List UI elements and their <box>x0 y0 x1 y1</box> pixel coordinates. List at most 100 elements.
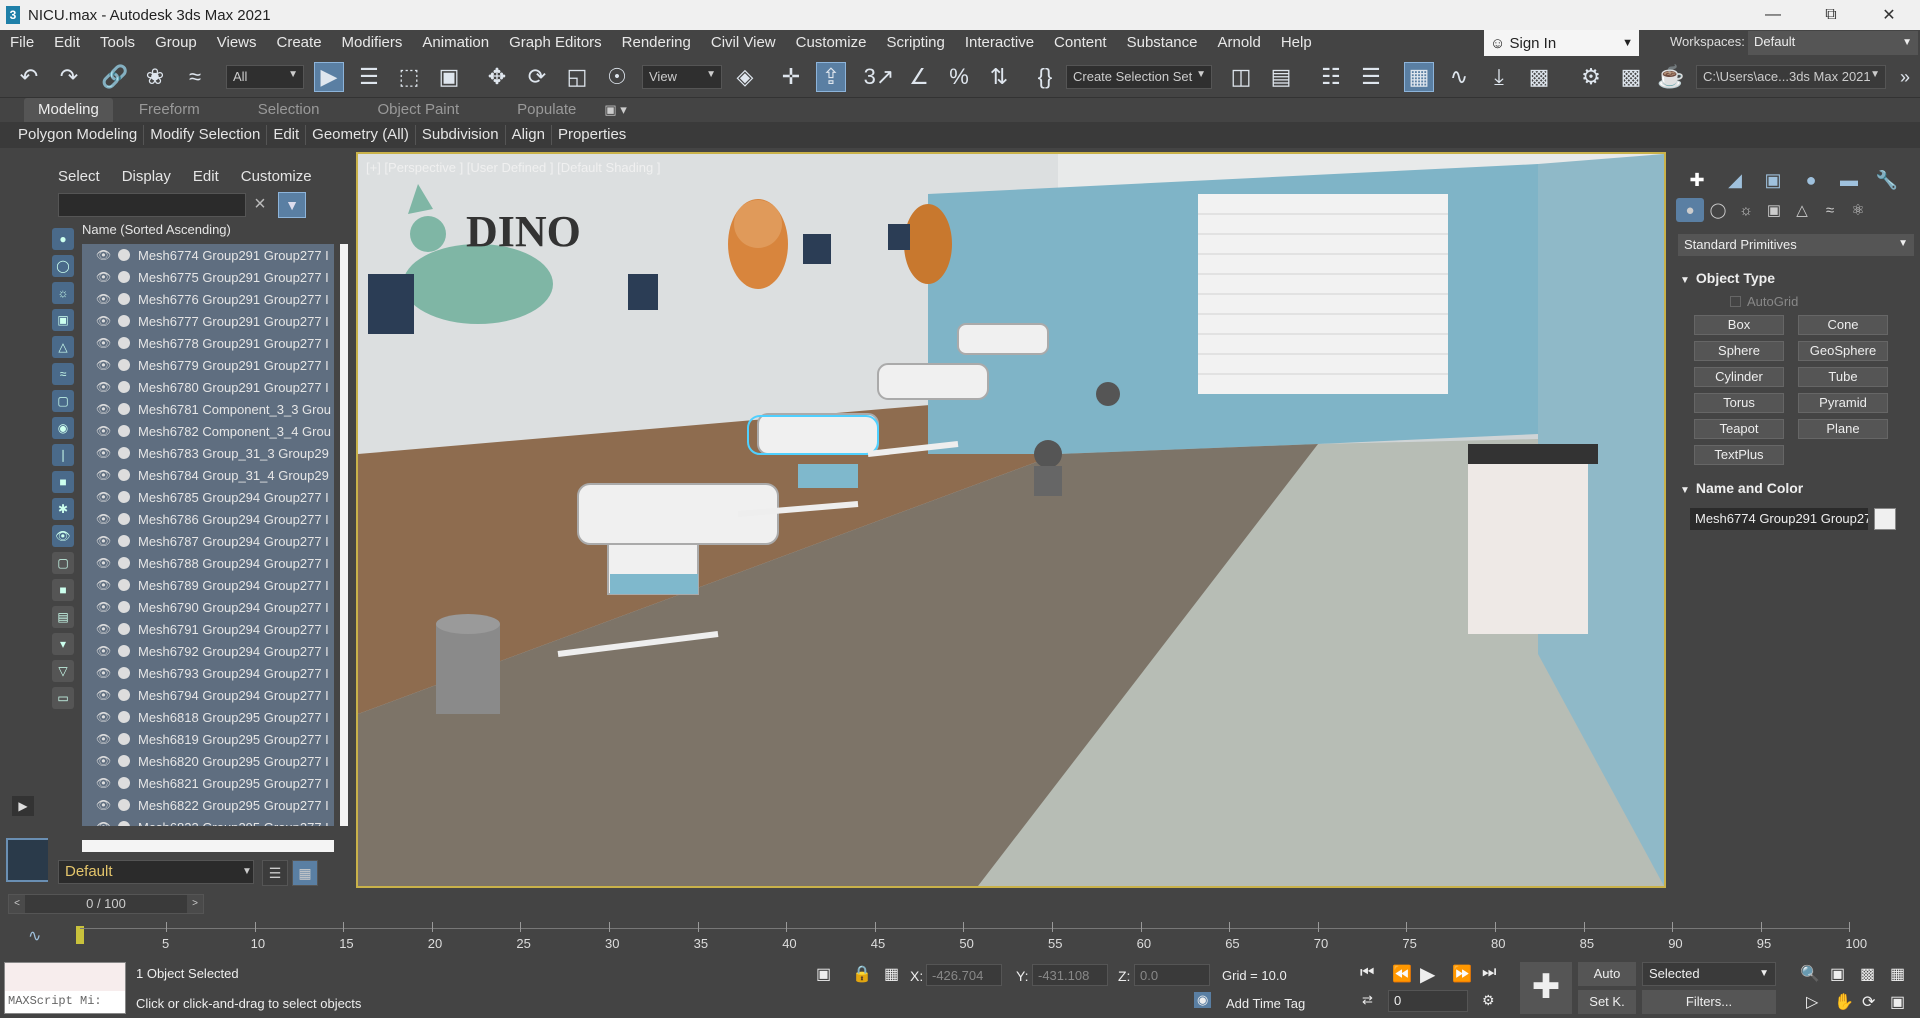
folder-icon[interactable]: ▭ <box>52 687 74 709</box>
select-by-name-icon[interactable]: ☰ <box>354 62 384 92</box>
scene-object-row[interactable]: 👁 Mesh6774 Group291 Group277 I <box>82 244 334 266</box>
cameras-filter-icon[interactable]: ▣ <box>52 309 74 331</box>
set-key-button[interactable]: Set K. <box>1578 990 1636 1014</box>
visibility-eye-icon[interactable]: 👁 <box>96 600 112 614</box>
groups-filter-icon[interactable]: ▢ <box>52 390 74 412</box>
menu-scripting[interactable]: Scripting <box>876 30 954 56</box>
visibility-eye-icon[interactable]: 👁 <box>96 798 112 812</box>
scene-object-row[interactable]: 👁 Mesh6775 Group291 Group277 I <box>82 266 334 288</box>
freeze-dot-icon[interactable] <box>118 777 130 789</box>
unlink-icon[interactable]: ❀ <box>140 62 170 92</box>
sign-in-dropdown[interactable]: ☺ Sign In ▼ <box>1484 30 1639 56</box>
bones-filter-icon[interactable]: ❘ <box>52 444 74 466</box>
autogrid-checkbox[interactable]: AutoGrid <box>1730 294 1798 309</box>
helpers-icon[interactable]: △ <box>1788 198 1816 222</box>
teapot-button[interactable]: Teapot <box>1694 419 1784 439</box>
previous-frame-icon[interactable]: < <box>9 895 25 913</box>
visibility-eye-icon[interactable]: 👁 <box>96 380 112 394</box>
field-of-view-icon[interactable]: ▷ <box>1806 992 1818 1012</box>
render-production-icon[interactable]: ☕ <box>1656 62 1686 92</box>
freeze-dot-icon[interactable] <box>118 513 130 525</box>
visibility-eye-icon[interactable]: 👁 <box>96 644 112 658</box>
menu-customize[interactable]: Customize <box>786 30 877 56</box>
object-type-rollout[interactable]: ▼ Object Type <box>1680 270 1775 286</box>
redo-icon[interactable]: ↷ <box>54 62 84 92</box>
filter-icon[interactable]: ▼ <box>278 192 306 218</box>
maxscript-listener[interactable]: MAXScript Mi: <box>4 962 126 1014</box>
visibility-eye-icon[interactable]: 👁 <box>96 336 112 350</box>
freeze-dot-icon[interactable] <box>118 271 130 283</box>
tab-object-paint[interactable]: Object Paint <box>363 98 473 122</box>
scene-object-row[interactable]: 👁 Mesh6783 Group_31_3 Group29 <box>82 442 334 464</box>
maximize-viewport-icon[interactable]: ▣ <box>1890 992 1905 1012</box>
freeze-dot-icon[interactable] <box>118 249 130 261</box>
next-key-icon[interactable]: ⏩ <box>1452 964 1472 984</box>
material-editor-icon[interactable]: ▩ <box>1524 62 1554 92</box>
track-bar[interactable]: ∿ 5 10 15 20 25 30 35 40 45 50 55 60 65 70 75 80 85 90 95 1… <box>0 918 1920 958</box>
panel-subdivision[interactable]: Subdivision <box>416 125 506 145</box>
workspaces-dropdown[interactable]: Default ▼ <box>1748 31 1918 55</box>
freeze-dot-icon[interactable] <box>118 447 130 459</box>
selection-filter-dropdown[interactable]: All ▼ <box>226 65 304 89</box>
toolbar-overflow-icon[interactable]: » <box>1890 62 1920 92</box>
scene-object-row[interactable]: 👁 Mesh6791 Group294 Group277 I <box>82 618 334 640</box>
geometry-icon[interactable]: ● <box>1676 198 1704 222</box>
visibility-eye-icon[interactable]: 👁 <box>96 248 112 262</box>
cylinder-button[interactable]: Cylinder <box>1694 367 1784 387</box>
move-icon[interactable]: ✥ <box>482 62 512 92</box>
freeze-dot-icon[interactable] <box>118 315 130 327</box>
motion-tab-icon[interactable]: ● <box>1792 166 1830 194</box>
object-color-swatch[interactable] <box>1874 508 1896 530</box>
scene-object-row[interactable]: 👁 Mesh6819 Group295 Group277 I <box>82 728 334 750</box>
panel-edit[interactable]: Edit <box>267 125 307 145</box>
visibility-eye-icon[interactable]: 👁 <box>96 556 112 570</box>
pivot-center-icon[interactable]: ◈ <box>730 62 760 92</box>
menu-modifiers[interactable]: Modifiers <box>332 30 413 56</box>
key-mode-icon[interactable]: ⇄ <box>1362 992 1373 1008</box>
visibility-eye-icon[interactable]: 👁 <box>96 754 112 768</box>
visibility-eye-icon[interactable]: 👁 <box>96 776 112 790</box>
menu-arnold[interactable]: Arnold <box>1207 30 1270 56</box>
restore-icon[interactable]: ⧉ <box>1802 0 1860 30</box>
menu-help[interactable]: Help <box>1271 30 1322 56</box>
shapes-filter-icon[interactable]: ◯ <box>52 255 74 277</box>
lights-icon[interactable]: ☼ <box>1732 198 1760 222</box>
menu-animation[interactable]: Animation <box>412 30 499 56</box>
visibility-eye-icon[interactable]: 👁 <box>96 402 112 416</box>
freeze-dot-icon[interactable] <box>118 755 130 767</box>
previous-key-icon[interactable]: ⏪ <box>1392 964 1412 984</box>
scene-object-row[interactable]: 👁 Mesh6787 Group294 Group277 I <box>82 530 334 552</box>
next-frame-icon[interactable]: > <box>187 895 203 913</box>
frozen-filter-icon[interactable]: ▢ <box>52 552 74 574</box>
set-key-icon[interactable]: ✚ <box>1520 962 1572 1014</box>
viewport-label[interactable]: [+] [Perspective ] [User Defined ] [Defa… <box>366 160 660 175</box>
cameras-icon[interactable]: ▣ <box>1760 198 1788 222</box>
freeze-dot-icon[interactable] <box>118 799 130 811</box>
modify-tab-icon[interactable]: ◢ <box>1716 166 1754 194</box>
textplus-button[interactable]: TextPlus <box>1694 445 1784 465</box>
ribbon-toggle-icon[interactable]: ▦ <box>1404 62 1434 92</box>
snaps-toggle-icon[interactable]: 3↗ <box>864 62 895 92</box>
edit-named-selection-icon[interactable]: {} <box>1030 62 1060 92</box>
geosphere-button[interactable]: GeoSphere <box>1798 341 1888 361</box>
scene-object-row[interactable]: 👁 Mesh6793 Group294 Group277 I <box>82 662 334 684</box>
particles-filter-icon[interactable]: ✱ <box>52 498 74 520</box>
x-coordinate-field[interactable]: -426.704 <box>926 964 1002 986</box>
3dsmax-app-icon[interactable]: 3 <box>6 6 20 24</box>
named-selection-sets-dropdown[interactable]: Create Selection Set ▼ <box>1066 65 1212 89</box>
systems-icon[interactable]: ⚛ <box>1844 198 1872 222</box>
visibility-eye-icon[interactable]: 👁 <box>96 666 112 680</box>
se-menu-edit[interactable]: Edit <box>193 168 219 185</box>
go-to-end-icon[interactable]: ⏭ <box>1482 964 1496 982</box>
vertical-scrollbar[interactable] <box>340 244 348 826</box>
render-setup-icon[interactable]: ⚙ <box>1576 62 1606 92</box>
hidden-filter-icon[interactable]: 👁 <box>52 525 74 547</box>
shapes-icon[interactable]: ◯ <box>1704 198 1732 222</box>
freeze-dot-icon[interactable] <box>118 403 130 415</box>
freeze-dot-icon[interactable] <box>118 579 130 591</box>
object-name-field[interactable]: Mesh6774 Group291 Group277 <box>1690 508 1868 530</box>
object-category-dropdown[interactable]: Standard Primitives ▼ <box>1678 234 1914 256</box>
box-button[interactable]: Box <box>1694 315 1784 335</box>
close-icon[interactable]: ✕ <box>1860 0 1918 30</box>
menu-file[interactable]: File <box>0 30 44 56</box>
